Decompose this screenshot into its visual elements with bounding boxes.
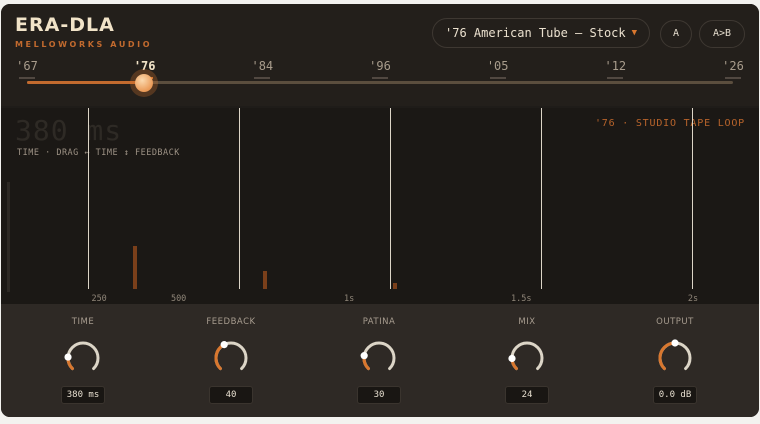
era-tick (607, 77, 624, 79)
delay-tap-line (390, 108, 392, 289)
time-knob[interactable] (61, 336, 105, 380)
era-option[interactable]: '26 (722, 59, 744, 73)
delay-tap-line (541, 108, 543, 289)
plugin-header: ERA-DLA MELLOWORKS AUDIO '76 American Tu… (1, 4, 759, 106)
time-tick-label: 500 (170, 294, 187, 304)
mix-knob-group: MIX 24 (467, 304, 587, 417)
time-tick-label: 2s (687, 294, 699, 304)
patina-knob-label: PATINA (362, 317, 396, 327)
knob-pointer (64, 353, 72, 361)
chevron-down-icon: ▼ (631, 28, 637, 38)
output-knob[interactable] (653, 336, 697, 380)
output-value-field[interactable]: 0.0 dB (653, 386, 697, 404)
feedback-knob[interactable] (209, 336, 253, 380)
era-slider-fill (27, 81, 145, 84)
knob-pointer (671, 339, 679, 347)
knob-pointer (220, 341, 228, 349)
knob-value-arc (214, 343, 226, 371)
era-option[interactable]: '67 (16, 59, 38, 73)
knob-pointer (508, 354, 516, 363)
a-to-b-button[interactable]: A>B (699, 20, 745, 48)
era-slider-handle[interactable] (135, 74, 153, 92)
knob-panel: TIME 380 ms FEEDBACK 40 PATINA 30 MIX 24 OUTPUT 0… (1, 304, 759, 417)
patina-value-field[interactable]: 30 (357, 386, 401, 404)
feedback-value-field[interactable]: 40 (209, 386, 253, 404)
feedback-knob-group: FEEDBACK 40 (171, 304, 291, 417)
echo-level-bar (133, 245, 137, 289)
time-value-field[interactable]: 380 ms (61, 386, 105, 404)
era-tick (372, 77, 388, 79)
delay-tap-line (88, 108, 89, 289)
knob-pointer (360, 352, 368, 360)
readout-hint: TIME · DRAG ↔ TIME ↕ FEEDBACK (17, 148, 180, 158)
brand-title: ERA-DLA (15, 14, 115, 36)
echo-level-bar (393, 282, 397, 289)
time-tick-label: 250 (91, 294, 107, 304)
era-option[interactable]: '05 (487, 59, 509, 73)
era-option[interactable]: '96 (369, 59, 391, 73)
time-tick-label: 1s (344, 294, 355, 304)
era-tick (19, 77, 35, 79)
mix-value-field[interactable]: 24 (505, 386, 549, 404)
era-option[interactable]: '12 (604, 59, 626, 73)
a-button[interactable]: A (660, 20, 692, 48)
time-tick-label: 1.5s (511, 294, 532, 304)
era-option[interactable]: '76 (134, 59, 156, 73)
output-knob-label: OUTPUT (656, 317, 694, 327)
mix-knob[interactable] (505, 336, 549, 380)
era-option[interactable]: '84 (251, 59, 273, 73)
input-meter (7, 182, 10, 292)
knob-track-arc (510, 341, 544, 371)
delay-display[interactable]: 380 ms TIME · DRAG ↔ TIME ↕ FEEDBACK '76… (1, 108, 759, 304)
output-knob-group: OUTPUT 0.0 dB (615, 304, 735, 417)
time-knob-label: TIME (71, 317, 95, 327)
delay-tap-line (692, 108, 694, 289)
delay-tap-line (239, 108, 241, 289)
plugin-window: ERA-DLA MELLOWORKS AUDIO '76 American Tu… (1, 4, 759, 417)
time-knob-group: TIME 380 ms (23, 304, 143, 417)
patina-knob-group: PATINA 30 (319, 304, 439, 417)
time-readout: 380 ms (15, 114, 123, 147)
knob-track-arc (66, 341, 100, 371)
preset-label: '76 American Tube — Stock (445, 26, 626, 40)
era-tick (254, 77, 271, 79)
preset-selector[interactable]: '76 American Tube — Stock ▼ (432, 18, 650, 48)
feedback-knob-label: FEEDBACK (206, 317, 256, 327)
era-tick (725, 77, 741, 79)
patina-knob[interactable] (357, 336, 401, 380)
echo-level-bar (263, 270, 267, 289)
mix-knob-label: MIX (518, 317, 536, 327)
era-mode-label: '76 · STUDIO TAPE LOOP (594, 118, 745, 129)
era-tick (489, 77, 506, 79)
brand-subtitle: MELLOWORKS AUDIO (15, 40, 153, 49)
knob-value-arc (658, 341, 677, 371)
knob-track-arc (362, 341, 396, 371)
